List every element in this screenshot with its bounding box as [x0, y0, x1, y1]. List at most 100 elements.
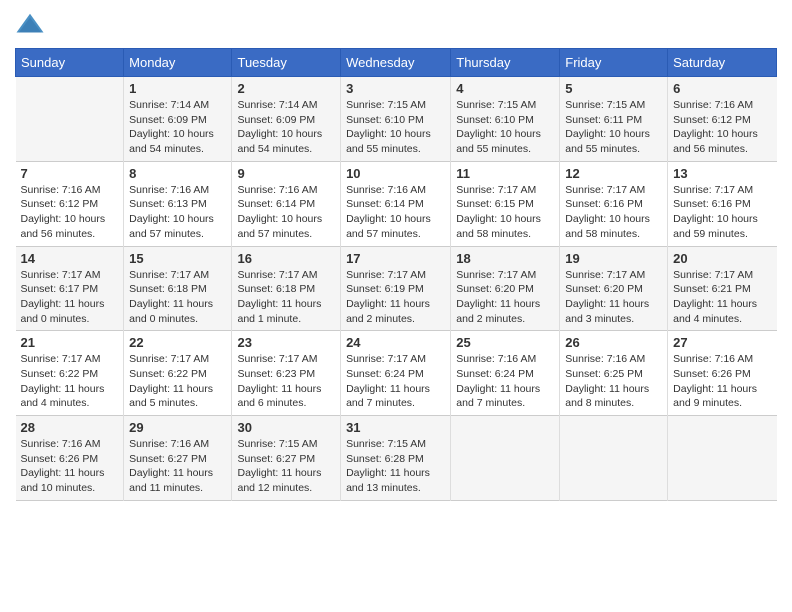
day-info: Sunrise: 7:15 AM Sunset: 6:27 PM Dayligh…: [237, 437, 335, 496]
calendar-cell: 21 Sunrise: 7:17 AM Sunset: 6:22 PM Dayli…: [16, 331, 124, 416]
day-number: 29: [129, 420, 226, 435]
day-number: 25: [456, 335, 554, 350]
day-number: 11: [456, 166, 554, 181]
day-number: 2: [237, 81, 335, 96]
calendar-cell: 11 Sunrise: 7:17 AM Sunset: 6:15 PM Dayli…: [451, 161, 560, 246]
calendar-cell: 10 Sunrise: 7:16 AM Sunset: 6:14 PM Dayli…: [341, 161, 451, 246]
day-number: 26: [565, 335, 662, 350]
page-header: [15, 10, 777, 40]
calendar-cell: 6Sunrise: 7:16 AM Sunset: 6:12 PM Daylig…: [668, 77, 777, 162]
day-number: 6: [673, 81, 771, 96]
calendar-cell: [451, 416, 560, 501]
day-info: Sunrise: 7:17 AM Sunset: 6:20 PM Dayligh…: [565, 268, 662, 327]
calendar-week-1: 1 Sunrise: 7:14 AM Sunset: 6:09 PM Daylig…: [16, 77, 777, 162]
day-number: 23: [237, 335, 335, 350]
calendar-table: SundayMondayTuesdayWednesdayThursdayFrid…: [15, 48, 777, 501]
day-number: 27: [673, 335, 771, 350]
day-info: Sunrise: 7:17 AM Sunset: 6:15 PM Dayligh…: [456, 183, 554, 242]
day-number: 12: [565, 166, 662, 181]
calendar-cell: 12 Sunrise: 7:17 AM Sunset: 6:16 PM Dayli…: [560, 161, 668, 246]
day-number: 21: [21, 335, 119, 350]
day-info: Sunrise: 7:17 AM Sunset: 6:21 PM Dayligh…: [673, 268, 771, 327]
header-thursday: Thursday: [451, 49, 560, 77]
day-info: Sunrise: 7:17 AM Sunset: 6:17 PM Dayligh…: [21, 268, 119, 327]
calendar-cell: 3Sunrise: 7:15 AM Sunset: 6:10 PM Daylig…: [341, 77, 451, 162]
calendar-cell: [668, 416, 777, 501]
calendar-cell: 7Sunrise: 7:16 AM Sunset: 6:12 PM Daylig…: [16, 161, 124, 246]
logo: [15, 10, 49, 40]
header-tuesday: Tuesday: [232, 49, 341, 77]
calendar-cell: 2 Sunrise: 7:14 AM Sunset: 6:09 PM Daylig…: [232, 77, 341, 162]
day-number: 13: [673, 166, 771, 181]
day-info: Sunrise: 7:17 AM Sunset: 6:18 PM Dayligh…: [129, 268, 226, 327]
day-number: 24: [346, 335, 445, 350]
day-number: 30: [237, 420, 335, 435]
calendar-cell: 23 Sunrise: 7:17 AM Sunset: 6:23 PM Dayli…: [232, 331, 341, 416]
day-info: Sunrise: 7:17 AM Sunset: 6:16 PM Dayligh…: [673, 183, 771, 242]
day-info: Sunrise: 7:15 AM Sunset: 6:11 PM Dayligh…: [565, 98, 662, 157]
day-info: Sunrise: 7:16 AM Sunset: 6:14 PM Dayligh…: [346, 183, 445, 242]
logo-icon: [15, 10, 45, 40]
calendar-cell: 20 Sunrise: 7:17 AM Sunset: 6:21 PM Dayli…: [668, 246, 777, 331]
day-number: 22: [129, 335, 226, 350]
day-number: 1: [129, 81, 226, 96]
header-wednesday: Wednesday: [341, 49, 451, 77]
day-number: 9: [237, 166, 335, 181]
day-info: Sunrise: 7:17 AM Sunset: 6:18 PM Dayligh…: [237, 268, 335, 327]
calendar-cell: 27 Sunrise: 7:16 AM Sunset: 6:26 PM Dayli…: [668, 331, 777, 416]
calendar-cell: 5 Sunrise: 7:15 AM Sunset: 6:11 PM Daylig…: [560, 77, 668, 162]
calendar-week-4: 21 Sunrise: 7:17 AM Sunset: 6:22 PM Dayli…: [16, 331, 777, 416]
calendar-header-row: SundayMondayTuesdayWednesdayThursdayFrid…: [16, 49, 777, 77]
day-number: 4: [456, 81, 554, 96]
day-number: 5: [565, 81, 662, 96]
day-info: Sunrise: 7:16 AM Sunset: 6:14 PM Dayligh…: [237, 183, 335, 242]
day-number: 19: [565, 251, 662, 266]
day-number: 15: [129, 251, 226, 266]
header-friday: Friday: [560, 49, 668, 77]
day-info: Sunrise: 7:14 AM Sunset: 6:09 PM Dayligh…: [237, 98, 335, 157]
day-number: 20: [673, 251, 771, 266]
header-saturday: Saturday: [668, 49, 777, 77]
calendar-cell: 1 Sunrise: 7:14 AM Sunset: 6:09 PM Daylig…: [124, 77, 232, 162]
header-sunday: Sunday: [16, 49, 124, 77]
calendar-cell: 25Sunrise: 7:16 AM Sunset: 6:24 PM Dayli…: [451, 331, 560, 416]
day-info: Sunrise: 7:16 AM Sunset: 6:12 PM Dayligh…: [21, 183, 119, 242]
day-info: Sunrise: 7:17 AM Sunset: 6:23 PM Dayligh…: [237, 352, 335, 411]
calendar-cell: 14 Sunrise: 7:17 AM Sunset: 6:17 PM Dayli…: [16, 246, 124, 331]
day-info: Sunrise: 7:16 AM Sunset: 6:27 PM Dayligh…: [129, 437, 226, 496]
day-info: Sunrise: 7:16 AM Sunset: 6:25 PM Dayligh…: [565, 352, 662, 411]
calendar-week-5: 28 Sunrise: 7:16 AM Sunset: 6:26 PM Dayli…: [16, 416, 777, 501]
calendar-cell: 9 Sunrise: 7:16 AM Sunset: 6:14 PM Daylig…: [232, 161, 341, 246]
day-info: Sunrise: 7:16 AM Sunset: 6:26 PM Dayligh…: [21, 437, 119, 496]
calendar-cell: 17 Sunrise: 7:17 AM Sunset: 6:19 PM Dayli…: [341, 246, 451, 331]
day-info: Sunrise: 7:17 AM Sunset: 6:19 PM Dayligh…: [346, 268, 445, 327]
calendar-cell: 30 Sunrise: 7:15 AM Sunset: 6:27 PM Dayli…: [232, 416, 341, 501]
day-number: 28: [21, 420, 119, 435]
day-info: Sunrise: 7:14 AM Sunset: 6:09 PM Dayligh…: [129, 98, 226, 157]
day-info: Sunrise: 7:15 AM Sunset: 6:10 PM Dayligh…: [456, 98, 554, 157]
calendar-cell: 13 Sunrise: 7:17 AM Sunset: 6:16 PM Dayli…: [668, 161, 777, 246]
calendar-cell: 28 Sunrise: 7:16 AM Sunset: 6:26 PM Dayli…: [16, 416, 124, 501]
calendar-cell: 26 Sunrise: 7:16 AM Sunset: 6:25 PM Dayli…: [560, 331, 668, 416]
calendar-cell: 18Sunrise: 7:17 AM Sunset: 6:20 PM Dayli…: [451, 246, 560, 331]
day-number: 17: [346, 251, 445, 266]
day-info: Sunrise: 7:17 AM Sunset: 6:16 PM Dayligh…: [565, 183, 662, 242]
calendar-cell: 24 Sunrise: 7:17 AM Sunset: 6:24 PM Dayli…: [341, 331, 451, 416]
day-number: 14: [21, 251, 119, 266]
calendar-cell: 8Sunrise: 7:16 AM Sunset: 6:13 PM Daylig…: [124, 161, 232, 246]
day-number: 3: [346, 81, 445, 96]
calendar-week-3: 14 Sunrise: 7:17 AM Sunset: 6:17 PM Dayli…: [16, 246, 777, 331]
day-number: 31: [346, 420, 445, 435]
calendar-cell: [560, 416, 668, 501]
calendar-cell: 31Sunrise: 7:15 AM Sunset: 6:28 PM Dayli…: [341, 416, 451, 501]
calendar-week-2: 7Sunrise: 7:16 AM Sunset: 6:12 PM Daylig…: [16, 161, 777, 246]
day-number: 10: [346, 166, 445, 181]
calendar-cell: 22Sunrise: 7:17 AM Sunset: 6:22 PM Dayli…: [124, 331, 232, 416]
calendar-cell: 4 Sunrise: 7:15 AM Sunset: 6:10 PM Daylig…: [451, 77, 560, 162]
calendar-cell: [16, 77, 124, 162]
calendar-cell: 16Sunrise: 7:17 AM Sunset: 6:18 PM Dayli…: [232, 246, 341, 331]
calendar-cell: 29 Sunrise: 7:16 AM Sunset: 6:27 PM Dayli…: [124, 416, 232, 501]
day-info: Sunrise: 7:16 AM Sunset: 6:26 PM Dayligh…: [673, 352, 771, 411]
day-info: Sunrise: 7:17 AM Sunset: 6:22 PM Dayligh…: [21, 352, 119, 411]
day-info: Sunrise: 7:17 AM Sunset: 6:24 PM Dayligh…: [346, 352, 445, 411]
